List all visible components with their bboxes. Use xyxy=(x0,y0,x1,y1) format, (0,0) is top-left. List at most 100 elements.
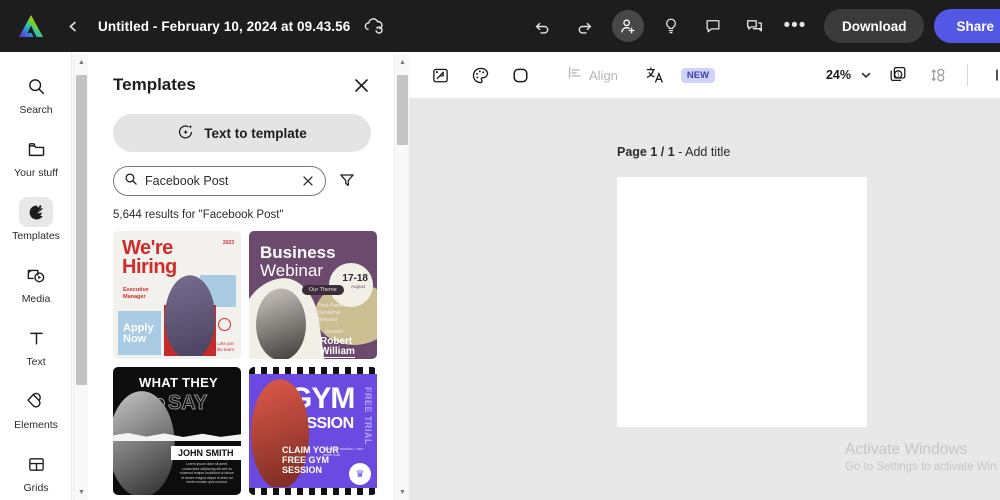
more-options-button[interactable]: ••• xyxy=(780,16,810,35)
template-speaker-label: Speaker xyxy=(325,329,344,335)
align-label: Align xyxy=(589,67,618,83)
template-note: Free trial session / one week trial xyxy=(323,446,364,457)
sidebar-label: Your stuff xyxy=(14,167,58,179)
scroll-thumb[interactable] xyxy=(397,75,408,145)
chevron-down-icon[interactable] xyxy=(860,69,872,81)
invite-collaborator-button[interactable] xyxy=(611,10,644,42)
translate-icon[interactable] xyxy=(640,60,670,90)
templates-panel: Templates Text to template Facebook Post… xyxy=(88,52,394,500)
magic-wand-icon xyxy=(177,123,195,144)
template-card-what-they-say[interactable]: WHAT THEY SAY ► JOHN SMITH Lorem ipsum d… xyxy=(113,367,241,495)
sidebar-item-grids[interactable]: Grids xyxy=(0,440,71,500)
search-icon xyxy=(19,71,53,101)
template-role: Executive Manager xyxy=(123,287,149,300)
crown-icon: ♛ xyxy=(349,463,371,485)
layers-icon[interactable] xyxy=(923,60,953,90)
template-search-row: Facebook Post xyxy=(113,166,394,196)
results-count: 5,644 results for "Facebook Post" xyxy=(113,209,284,221)
templates-panel-scrollbar[interactable]: ▲ ▼ xyxy=(394,55,409,500)
comment-button[interactable] xyxy=(698,11,728,41)
share-button[interactable]: Share xyxy=(934,9,1000,43)
page-number: Page 1 / 1 xyxy=(617,145,675,159)
template-cta: Apply Now xyxy=(123,322,154,345)
grids-icon xyxy=(19,449,53,479)
template-card-gym-session[interactable]: GYM SESSION FREE TRIAL CLAIM YOUR FREE G… xyxy=(249,367,377,495)
page-title-placeholder: - Add title xyxy=(674,145,731,159)
sidebar-item-search[interactable]: Search xyxy=(0,62,71,125)
ideas-lightbulb-button[interactable] xyxy=(656,11,686,41)
text-to-template-button[interactable]: Text to template xyxy=(113,114,371,152)
pages-icon[interactable]: 1 xyxy=(883,60,913,90)
color-palette-icon[interactable] xyxy=(465,60,495,90)
zoom-level[interactable]: 24% xyxy=(826,68,851,82)
top-bar: Untitled - February 10, 2024 at 09.43.56 xyxy=(0,0,1000,52)
decor-shape xyxy=(113,433,241,441)
redo-button[interactable] xyxy=(570,11,600,41)
elements-icon xyxy=(19,386,53,416)
sidebar-item-templates[interactable]: Templates xyxy=(0,188,71,251)
text-to-template-label: Text to template xyxy=(204,125,307,141)
resize-icon[interactable] xyxy=(425,60,455,90)
adobe-express-editor: Untitled - February 10, 2024 at 09.43.56 xyxy=(0,0,1000,500)
toolbar-divider xyxy=(967,64,968,86)
scroll-up-arrow[interactable]: ▲ xyxy=(74,55,89,70)
sidebar-label: Text xyxy=(26,356,46,368)
download-button[interactable]: Download xyxy=(823,9,925,43)
activate-windows-watermark: Activate Windows Go to Settings to activ… xyxy=(845,441,1000,473)
template-chip: Our Theme xyxy=(302,285,344,295)
sidebar-label: Grids xyxy=(23,482,49,494)
align-button[interactable]: Align xyxy=(566,64,618,86)
search-value[interactable]: Facebook Post xyxy=(145,174,294,188)
watermark-subtitle: Go to Settings to activate Win xyxy=(845,461,997,473)
template-year: 2023 xyxy=(222,240,234,246)
template-date: 17-18 xyxy=(342,273,368,284)
back-button[interactable] xyxy=(60,13,86,39)
canvas-toolbar: Align NEW 24% 1 xyxy=(409,52,1000,98)
template-body-text: Lorem ipsum dolor sit amet, consectetur … xyxy=(180,462,234,485)
pages-count-text: 1 xyxy=(897,72,900,78)
page-label[interactable]: Page 1 / 1 - Add title xyxy=(617,145,730,159)
template-speaker-last: William xyxy=(320,346,355,358)
cloud-sync-icon xyxy=(362,14,386,38)
folder-icon xyxy=(19,134,53,164)
close-icon[interactable] xyxy=(350,74,372,96)
sidebar-item-text[interactable]: Text xyxy=(0,314,71,377)
sidebar-item-elements[interactable]: Elements xyxy=(0,377,71,440)
rail-scrollbar[interactable]: ▲ ▼ xyxy=(73,55,88,500)
scroll-down-arrow[interactable]: ▼ xyxy=(74,485,89,500)
scroll-thumb[interactable] xyxy=(76,75,87,385)
template-headline: WHAT THEY xyxy=(139,375,219,390)
scroll-down-arrow[interactable]: ▼ xyxy=(395,485,410,500)
clipped-toolbar-icon[interactable] xyxy=(982,60,1000,90)
adobe-express-logo[interactable] xyxy=(16,12,46,40)
sidebar-item-media[interactable]: Media xyxy=(0,251,71,314)
rounded-square-icon[interactable] xyxy=(505,60,535,90)
template-card-business-webinar[interactable]: Business Webinar 17-18 August Our Theme … xyxy=(249,231,377,359)
sidebar-label: Search xyxy=(19,104,53,116)
scroll-up-arrow[interactable]: ▲ xyxy=(395,55,410,70)
document-title[interactable]: Untitled - February 10, 2024 at 09.43.56 xyxy=(98,19,350,34)
decor-shape xyxy=(249,367,377,374)
new-badge: NEW xyxy=(680,67,716,83)
watermark-title: Activate Windows xyxy=(845,441,968,458)
search-input[interactable]: Facebook Post xyxy=(113,166,326,196)
template-photo xyxy=(113,391,175,495)
templates-grid: We're Hiring 2023 Executive Manager Appl… xyxy=(113,231,377,500)
search-icon xyxy=(124,172,138,191)
template-person-name: JOHN SMITH xyxy=(171,446,241,460)
chat-bubbles-button[interactable] xyxy=(740,11,770,41)
sidebar-label: Media xyxy=(21,293,51,305)
filter-funnel-icon[interactable] xyxy=(338,171,358,191)
sidebar-item-your-stuff[interactable]: Your stuff xyxy=(0,125,71,188)
left-rail: Search Your stuff Templates Media Text E… xyxy=(0,52,72,500)
template-card-were-hiring[interactable]: We're Hiring 2023 Executive Manager Appl… xyxy=(113,231,241,359)
panel-title: Templates xyxy=(113,75,196,94)
design-canvas[interactable] xyxy=(617,177,867,427)
clear-x-icon[interactable] xyxy=(301,174,315,189)
template-theme: Post-Pandemic Consumer Behavior xyxy=(318,303,352,323)
canvas-area: Align NEW 24% 1 Page 1 / 1 - Add title A… xyxy=(409,52,1000,500)
decor-shape xyxy=(249,488,377,495)
undo-button[interactable] xyxy=(528,11,558,41)
text-icon xyxy=(19,323,53,353)
template-headline: We're Hiring xyxy=(122,237,177,278)
